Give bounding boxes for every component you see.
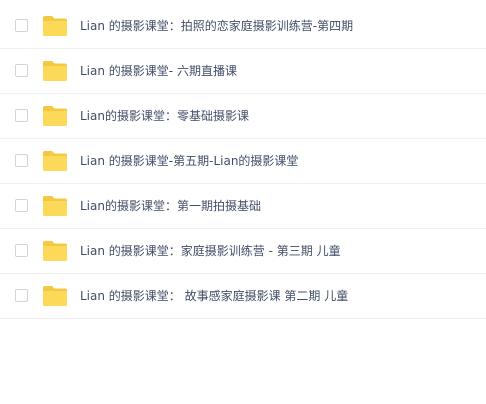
row-checkbox[interactable] (15, 199, 28, 212)
file-name[interactable]: Lian 的摄影课堂-第五期-Lian的摄影课堂 (80, 153, 298, 169)
file-list: Lian 的摄影课堂：拍照的恋家庭摄影训练营-第四期 Lian 的摄影课堂- 六… (0, 4, 486, 319)
row-checkbox[interactable] (15, 154, 28, 167)
row-checkbox[interactable] (15, 244, 28, 257)
file-row[interactable]: Lian 的摄影课堂-第五期-Lian的摄影课堂 (0, 139, 486, 184)
file-name[interactable]: Lian 的摄影课堂- 六期直播课 (80, 63, 237, 79)
file-row[interactable]: Lian的摄影课堂：零基础摄影课 (0, 94, 486, 139)
folder-icon (42, 60, 68, 82)
file-name[interactable]: Lian 的摄影课堂：拍照的恋家庭摄影训练营-第四期 (80, 18, 353, 34)
folder-icon (42, 150, 68, 172)
row-checkbox[interactable] (15, 109, 28, 122)
folder-icon (42, 285, 68, 307)
file-name[interactable]: Lian的摄影课堂：零基础摄影课 (80, 108, 249, 124)
folder-icon (42, 195, 68, 217)
row-checkbox[interactable] (15, 19, 28, 32)
folder-icon (42, 15, 68, 37)
file-name[interactable]: Lian 的摄影课堂：家庭摄影训练营 - 第三期 儿童 (80, 243, 341, 259)
row-checkbox[interactable] (15, 64, 28, 77)
file-row[interactable]: Lian 的摄影课堂：家庭摄影训练营 - 第三期 儿童 (0, 229, 486, 274)
file-name[interactable]: Lian的摄影课堂：第一期拍摄基础 (80, 198, 261, 214)
file-row[interactable]: Lian 的摄影课堂- 六期直播课 (0, 49, 486, 94)
file-row[interactable]: Lian 的摄影课堂：拍照的恋家庭摄影训练营-第四期 (0, 4, 486, 49)
folder-icon (42, 105, 68, 127)
file-name[interactable]: Lian 的摄影课堂： 故事感家庭摄影课 第二期 儿童 (80, 288, 348, 304)
folder-icon (42, 240, 68, 262)
file-row[interactable]: Lian的摄影课堂：第一期拍摄基础 (0, 184, 486, 229)
row-checkbox[interactable] (15, 289, 28, 302)
file-row[interactable]: Lian 的摄影课堂： 故事感家庭摄影课 第二期 儿童 (0, 274, 486, 319)
